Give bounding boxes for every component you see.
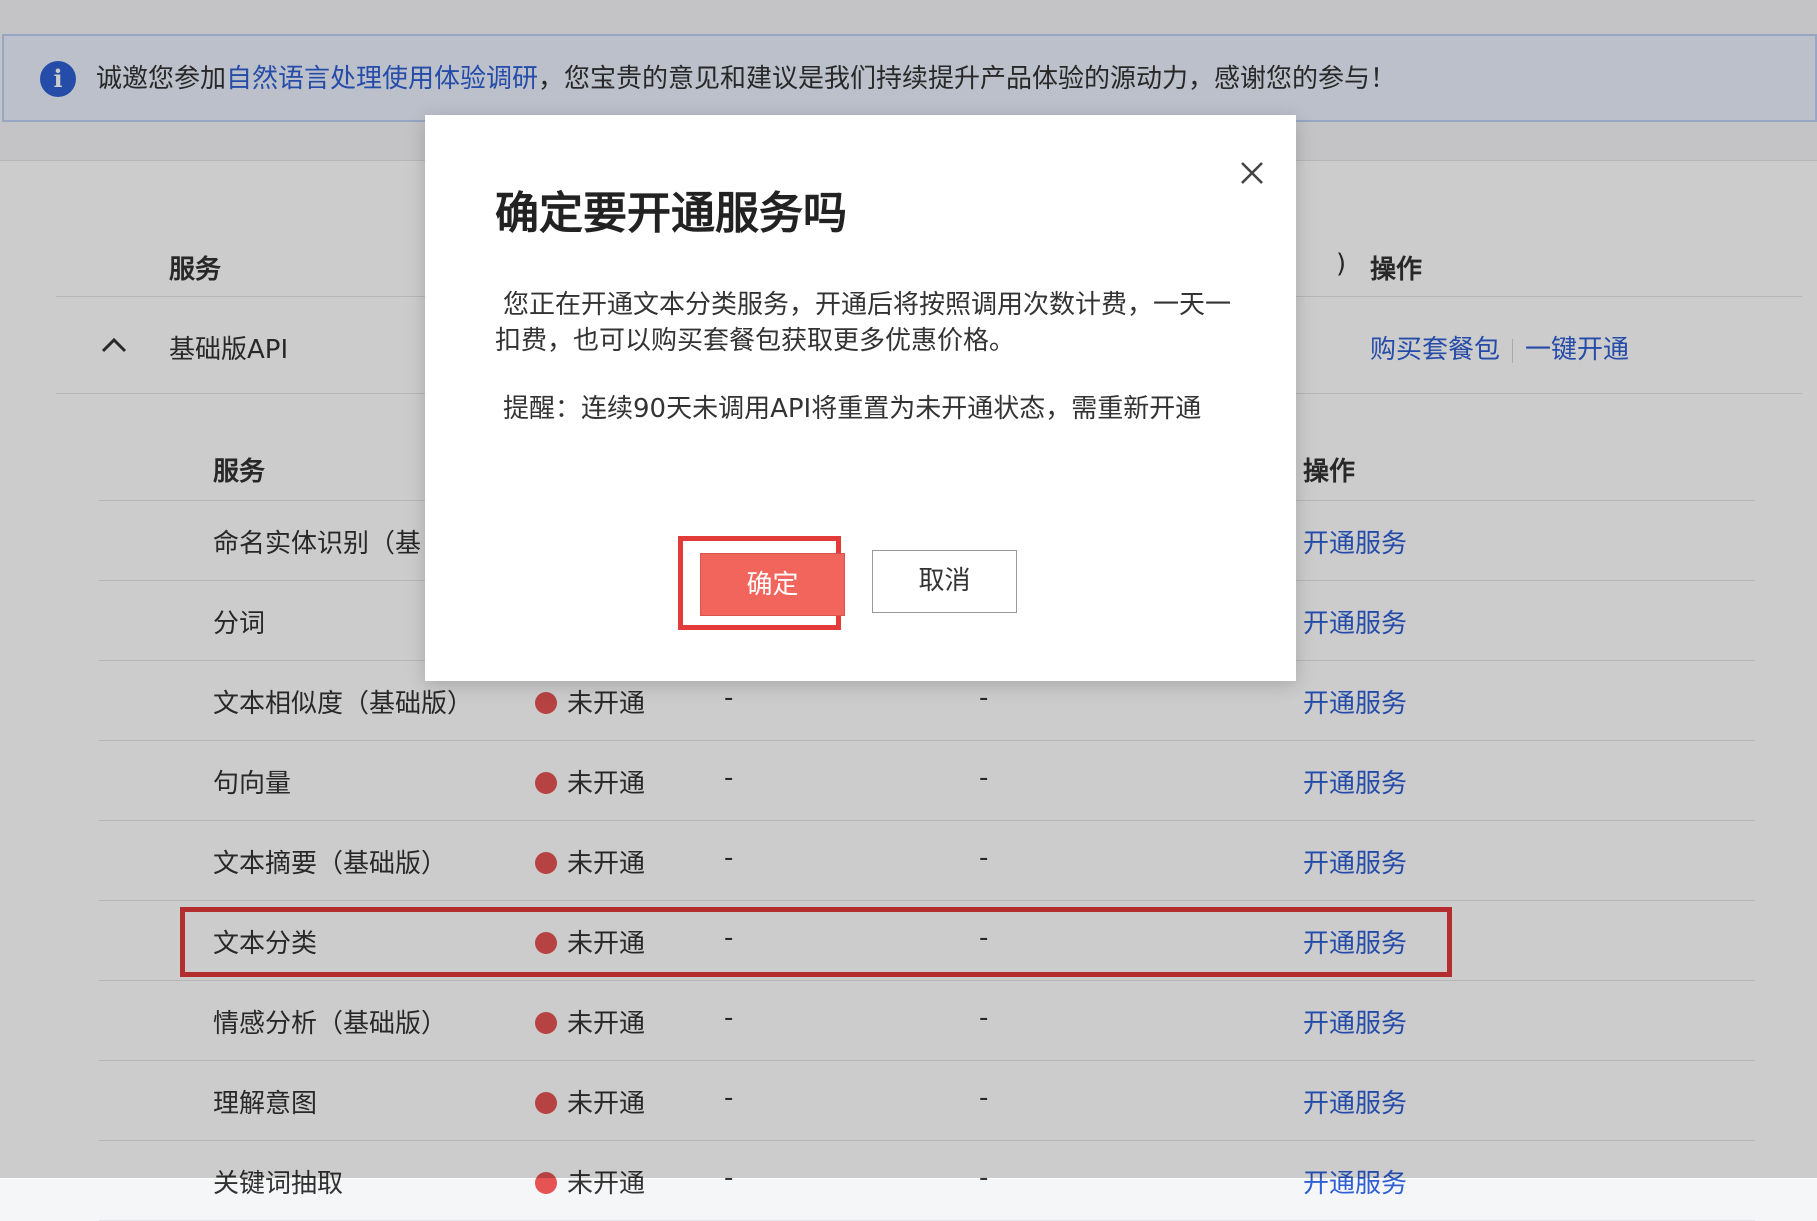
confirm-enable-dialog: 确定要开通服务吗 您正在开通文本分类服务，开通后将按照调用次数计费，一天一扣费，… bbox=[425, 115, 1296, 681]
close-icon[interactable] bbox=[1236, 157, 1268, 189]
cancel-button[interactable]: 取消 bbox=[872, 550, 1017, 613]
dialog-reminder: 提醒：连续90天未调用API将重置为未开通状态，需重新开通 bbox=[503, 394, 1202, 424]
dialog-description: 您正在开通文本分类服务，开通后将按照调用次数计费，一天一扣费，也可以购买套餐包获… bbox=[495, 290, 1232, 356]
confirm-button-highlight: 确定 bbox=[678, 536, 845, 630]
dialog-title: 确定要开通服务吗 bbox=[495, 188, 847, 239]
console-page: i 诚邀您参加自然语言处理使用体验调研，您宝贵的意见和建议是我们持续提升产品体验… bbox=[0, 0, 1817, 1221]
dialog-body: 您正在开通文本分类服务，开通后将按照调用次数计费，一天一扣费，也可以购买套餐包获… bbox=[495, 287, 1235, 427]
confirm-button[interactable]: 确定 bbox=[700, 553, 845, 616]
